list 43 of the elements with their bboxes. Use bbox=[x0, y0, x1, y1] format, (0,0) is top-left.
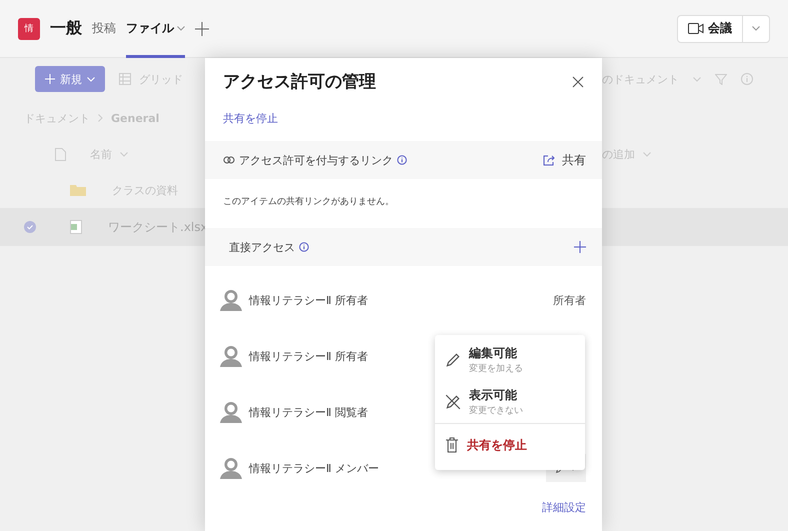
new-button[interactable]: 新規 bbox=[35, 66, 105, 92]
team-avatar[interactable]: 情 bbox=[18, 18, 40, 40]
add-person-button[interactable] bbox=[574, 241, 586, 253]
link-icon bbox=[223, 155, 235, 165]
person-name: 情報リテラシーⅡ 所有者 bbox=[249, 348, 368, 364]
panel-title: アクセス許可の管理 bbox=[223, 71, 376, 93]
menu-item[interactable]: 編集可能 変更を加える bbox=[435, 339, 585, 381]
add-tab-icon[interactable] bbox=[195, 22, 209, 36]
person-icon bbox=[219, 457, 243, 479]
channel-name: 一般 bbox=[50, 18, 82, 39]
pencil-icon bbox=[445, 352, 461, 368]
advanced-settings-link[interactable]: 詳細設定 bbox=[542, 500, 586, 515]
pencil-off-icon bbox=[445, 394, 461, 410]
section-title: 直接アクセス bbox=[229, 240, 295, 254]
info-icon bbox=[299, 242, 309, 252]
share-icon bbox=[543, 154, 556, 166]
person-name: 情報リテラシーⅡ 所有者 bbox=[249, 292, 368, 308]
person-icon bbox=[219, 289, 243, 311]
channel-tab[interactable]: 投稿 bbox=[92, 0, 116, 58]
chevron-right-icon bbox=[98, 114, 103, 122]
role-label: 所有者 bbox=[553, 292, 586, 308]
spreadsheet-icon bbox=[70, 220, 82, 234]
filter-icon bbox=[715, 74, 727, 84]
section-title: アクセス許可を付与するリンク bbox=[239, 152, 393, 168]
share-button[interactable]: 共有 bbox=[543, 152, 586, 168]
trash-icon bbox=[445, 437, 459, 453]
person-name: 情報リテラシーⅡ メンバー bbox=[249, 460, 379, 476]
grid-icon bbox=[119, 73, 131, 85]
menu-item[interactable]: 表示可能 変更できない bbox=[435, 381, 585, 423]
info-icon bbox=[741, 73, 753, 85]
video-camera-icon bbox=[688, 23, 704, 34]
person-icon bbox=[219, 401, 243, 423]
check-circle-icon bbox=[24, 221, 36, 233]
person-name: 情報リテラシーⅡ 閲覧者 bbox=[249, 404, 368, 420]
file-icon bbox=[55, 148, 66, 160]
plus-icon bbox=[45, 74, 55, 84]
caret-icon bbox=[752, 26, 760, 31]
stop-sharing-link[interactable]: 共有を停止 bbox=[223, 112, 278, 125]
folder-icon bbox=[70, 184, 86, 196]
empty-message: このアイテムの共有リンクがありません。 bbox=[222, 196, 395, 209]
person-icon bbox=[219, 345, 243, 367]
info-icon bbox=[397, 155, 407, 165]
close-button[interactable] bbox=[572, 76, 584, 88]
